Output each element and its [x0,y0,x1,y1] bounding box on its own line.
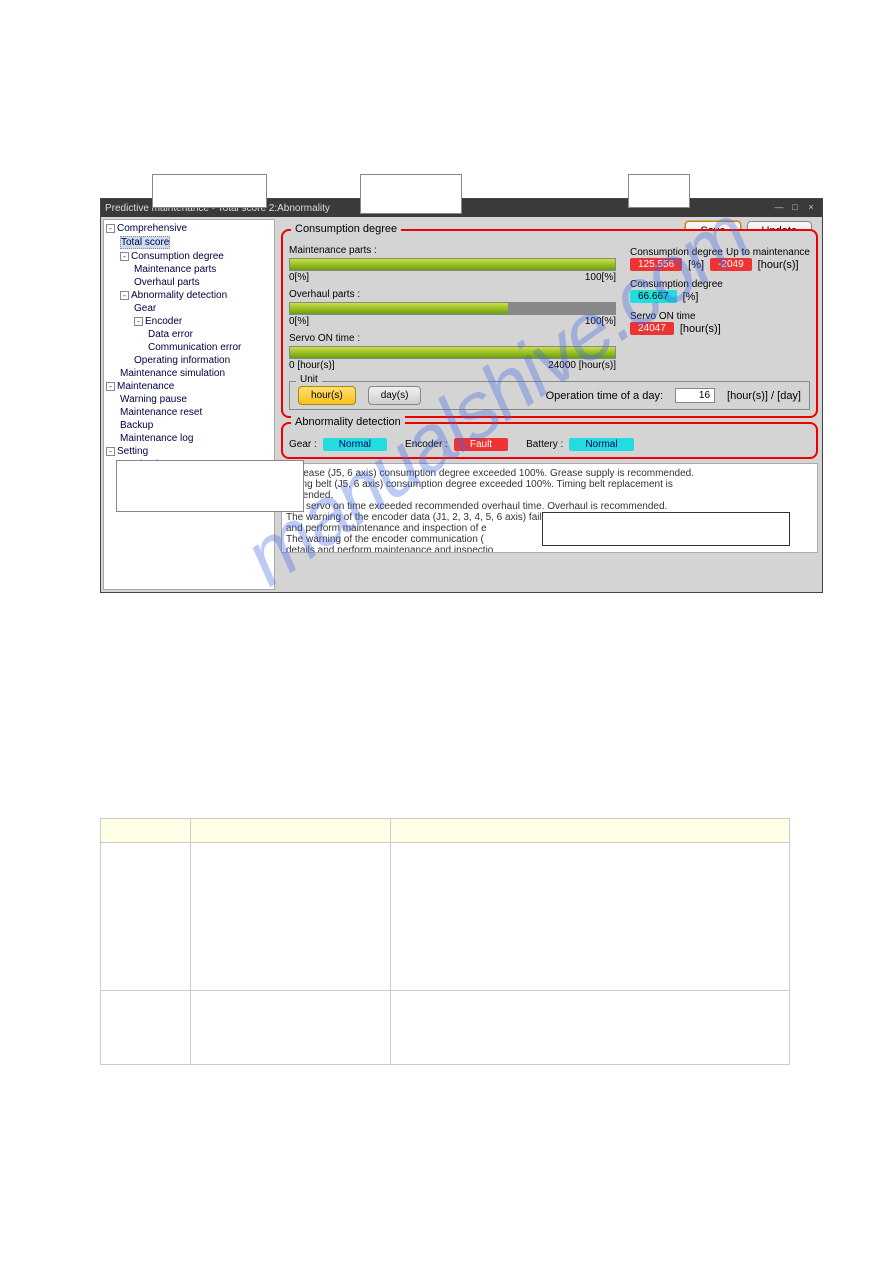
tree-item[interactable]: Abnormality detection [131,290,227,301]
tree-item[interactable]: Data error [148,329,193,340]
callout-1 [152,174,267,208]
tree-item[interactable]: Operating information [134,355,230,366]
message-log[interactable]: e grease (J5, 6 axis) consumption degree… [281,463,818,553]
servo-on-time-bar: Servo ON time : 0 [hour(s)]24000 [hour(s… [289,333,616,371]
maintenance-parts-bar: Maintenance parts : 0[%]100[%] [289,245,616,283]
tree-toggle-icon[interactable]: - [120,291,129,300]
consumption-section: Consumption degree Maintenance parts : 0… [281,229,818,418]
tree-item-selected[interactable]: Total score [120,236,170,249]
app-window: Predictive maintenance - Total score 2:A… [100,198,823,593]
gear-status: Normal [323,438,387,451]
hours-button[interactable]: hour(s) [298,386,356,405]
tree-toggle-icon[interactable]: - [106,447,115,456]
tree-toggle-icon[interactable]: - [106,382,115,391]
close-icon[interactable]: × [804,202,818,214]
navigation-tree[interactable]: -Comprehensive Total score -Consumption … [103,219,275,590]
operation-time-input[interactable] [675,388,715,403]
days-button[interactable]: day(s) [368,386,422,405]
tree-item[interactable]: Consumption degree [131,251,224,262]
tree-toggle-icon[interactable]: - [120,252,129,261]
tree-item[interactable]: Overhaul parts [134,277,200,288]
message-overlay-callout [542,512,790,546]
servo-on-value: 24047 [630,322,674,335]
unit-selector: Unit hour(s) day(s) Operation time of a … [289,381,810,410]
consumption-degree-value: 125.556 [630,258,682,271]
up-to-maintenance-value: -2049 [710,258,752,271]
encoder-status: Fault [454,438,508,451]
section-title: Consumption degree [291,223,401,235]
window-controls: — □ × [772,202,818,214]
overhaul-degree-value: 66.667 [630,290,677,303]
abnormality-section: Abnormality detection Gear : Normal Enco… [281,422,818,459]
callout-4 [116,460,304,512]
callout-2 [360,174,462,214]
tree-toggle-icon[interactable]: - [134,317,143,326]
tree-item[interactable]: Warning pause [120,394,187,405]
tree-item[interactable]: Encoder [145,316,182,327]
tree-item[interactable]: Comprehensive [117,223,187,234]
minimize-icon[interactable]: — [772,202,786,214]
tree-toggle-icon[interactable]: - [106,224,115,233]
tree-item[interactable]: Maintenance [117,381,174,392]
tree-item[interactable]: Gear [134,303,156,314]
callout-3 [628,174,690,208]
content-panel: Save Update Consumption degree Maintenan… [277,217,822,592]
description-table [100,818,790,1065]
tree-item[interactable]: Maintenance reset [120,407,202,418]
maximize-icon[interactable]: □ [788,202,802,214]
tree-item[interactable]: Backup [120,420,153,431]
metrics-column: Consumption degree Up to maintenance 125… [630,245,810,377]
section-title: Abnormality detection [291,416,405,428]
overhaul-parts-bar: Overhaul parts : 0[%]100[%] [289,289,616,327]
battery-status: Normal [569,438,633,451]
tree-item[interactable]: Maintenance parts [134,264,216,275]
tree-item[interactable]: Setting [117,446,148,457]
tree-item[interactable]: Communication error [148,342,241,353]
tree-item[interactable]: Maintenance simulation [120,368,225,379]
tree-item[interactable]: Maintenance log [120,433,193,444]
